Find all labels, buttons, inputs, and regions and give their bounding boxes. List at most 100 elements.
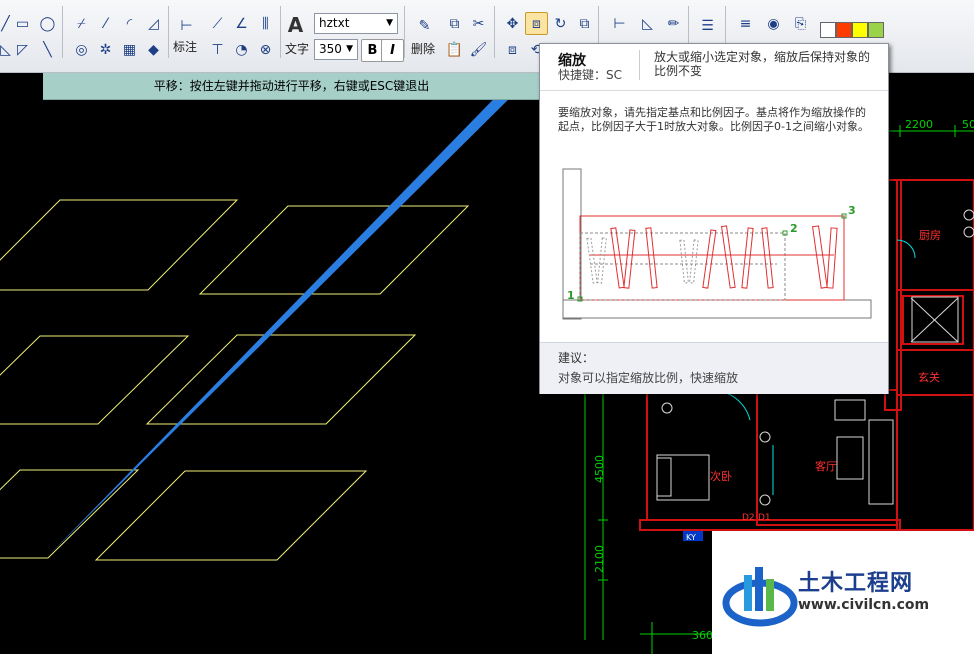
- tooltip-divider: [639, 50, 640, 80]
- eraser-icon[interactable]: ✎: [413, 14, 436, 37]
- mirror-tool-icon[interactable]: ⧈: [501, 38, 524, 61]
- font-select[interactable]: hztxt ▼: [314, 13, 398, 34]
- paste-icon[interactable]: 📋: [443, 38, 466, 61]
- dim-label-500: 500: [962, 118, 974, 131]
- dimension-label[interactable]: 标注: [173, 38, 197, 55]
- window-tag-label: KY: [686, 533, 696, 542]
- color-swatch-red[interactable]: [836, 22, 852, 38]
- baseline-dim-icon[interactable]: ⊤: [206, 38, 229, 61]
- illustration-book: [721, 225, 736, 289]
- logo-emblem-icon: [722, 567, 798, 627]
- color-swatch-yellow[interactable]: [852, 22, 868, 38]
- suggestion-title: 建议：: [558, 351, 595, 365]
- dim-label-4500: 4500: [593, 455, 606, 483]
- illustration-book: [702, 229, 717, 289]
- room-label-kitchen: 厨房: [919, 229, 941, 242]
- illustration-book: [610, 227, 625, 289]
- text-tool-icon[interactable]: A: [284, 13, 307, 36]
- circle-tool-icon[interactable]: ◎: [70, 38, 93, 61]
- angular-dim-icon[interactable]: ∠: [230, 12, 253, 35]
- radius-dim-icon[interactable]: ◔: [230, 38, 253, 61]
- illustration-book-original: [586, 237, 598, 284]
- tooltip-shortcut: 快捷键：SC: [558, 68, 622, 82]
- toolbar-separator: [62, 6, 63, 58]
- watermark-logo: 土木工程网 www.civilcn.com: [712, 531, 974, 654]
- door-label-d1: D1: [758, 513, 771, 523]
- font-select-value: hztxt: [319, 16, 350, 30]
- tooltip-footer: 建议： 对象可以指定缩放比例，快速缩放: [540, 342, 888, 394]
- fillet-tool-icon[interactable]: ◜: [118, 12, 141, 35]
- command-hint-bar: 平移：按住左键并拖动进行平移，右键或ESC键退出: [43, 73, 540, 100]
- diameter-dim-icon[interactable]: ⊗: [254, 38, 277, 61]
- diagonal-line-tool-icon[interactable]: ╲: [36, 38, 59, 61]
- illustration-book-original: [679, 239, 689, 284]
- illustration-book: [741, 227, 754, 289]
- fill-tool-icon[interactable]: ◆: [142, 38, 165, 61]
- area-tool-icon[interactable]: ◺: [636, 12, 659, 35]
- cut-icon[interactable]: ✂: [467, 12, 490, 35]
- color-wheel-icon[interactable]: ◉: [762, 12, 785, 35]
- illustration-book: [623, 229, 636, 289]
- text-label[interactable]: 文字: [285, 40, 309, 57]
- ellipse-tool-icon[interactable]: ◯: [36, 12, 59, 35]
- copy-icon[interactable]: ⧉: [443, 12, 466, 35]
- chamfer-tool-icon[interactable]: ◿: [142, 12, 165, 35]
- lineweight-icon[interactable]: ≡: [734, 12, 757, 35]
- dim-label-2200: 2200: [905, 118, 933, 131]
- illustration-floor: [562, 299, 872, 319]
- logo-url: www.civilcn.com: [798, 597, 930, 613]
- italic-button[interactable]: I: [381, 39, 404, 62]
- continue-dim-icon[interactable]: ⫼: [254, 12, 277, 35]
- color-swatch-green[interactable]: [868, 22, 884, 38]
- toolbar-separator: [494, 6, 495, 58]
- point-label-2: 2: [790, 222, 798, 235]
- illustration-book: [761, 227, 774, 289]
- door-label-d2: D2: [742, 513, 755, 523]
- move-tool-icon[interactable]: ✥: [501, 12, 524, 35]
- scale-illustration: 1 2 3: [562, 168, 872, 320]
- delete-label[interactable]: 删除: [411, 40, 435, 57]
- scale-tooltip: 缩放 快捷键：SC 放大或缩小选定对象，缩放后保持对象的比例不变 要缩放对象，请…: [539, 43, 889, 394]
- aligned-dim-icon[interactable]: ⟋: [206, 12, 229, 35]
- match-properties-icon[interactable]: 🖌: [467, 38, 490, 61]
- dimension-tool-icon[interactable]: ⊢: [175, 14, 198, 37]
- suggestion-text: 对象可以指定缩放比例，快速缩放: [558, 371, 739, 385]
- size-select-value: 350: [319, 42, 342, 56]
- extend-tool-icon[interactable]: ⌿: [70, 12, 93, 35]
- pencil-icon[interactable]: ✏: [662, 12, 685, 35]
- illustration-book: [645, 227, 658, 289]
- rotate-tool-icon[interactable]: ↻: [549, 12, 572, 35]
- tooltip-description: 要缩放对象，请先指定基点和比例因子。基点将作为缩放操作的起点，比例因子大于1时放…: [558, 106, 869, 133]
- size-select[interactable]: 350 ▼: [314, 39, 358, 60]
- room-label-bedroom: 次卧: [710, 469, 732, 483]
- toolbar-separator: [168, 6, 169, 58]
- toolbar-separator: [404, 6, 405, 58]
- scale-tool-icon[interactable]: ⧈: [525, 12, 548, 35]
- triangle-tool-icon[interactable]: ◸: [11, 38, 34, 61]
- room-label-entrance: 玄关: [918, 370, 940, 384]
- color-swatch-white[interactable]: [820, 22, 836, 38]
- dim-label-2100: 2100: [593, 545, 606, 573]
- room-label-living: 客厅: [815, 459, 837, 473]
- dim-label-360: 360: [692, 629, 713, 642]
- tooltip-divider: [540, 90, 888, 91]
- chevron-down-icon: ▼: [346, 44, 353, 54]
- illustration-book-original: [689, 239, 699, 284]
- illustration-book: [826, 227, 838, 289]
- measure-tool-icon[interactable]: ⊢: [608, 12, 631, 35]
- gear-tool-icon[interactable]: ✲: [94, 38, 117, 61]
- logo-name: 土木工程网: [798, 571, 914, 596]
- point-label-3: 3: [848, 204, 856, 217]
- array-tool-icon[interactable]: ⧉: [573, 12, 596, 35]
- illustration-book-original: [597, 237, 607, 284]
- layer-state-icon[interactable]: ⎘: [789, 12, 812, 35]
- break-tool-icon[interactable]: ⁄: [94, 12, 117, 35]
- layers-icon[interactable]: ☰: [696, 14, 719, 37]
- point-label-1: 1: [567, 289, 575, 302]
- illustration-book: [812, 225, 828, 289]
- illustration-original-box: [579, 232, 786, 301]
- rectangle-tool-icon[interactable]: ▭: [11, 12, 34, 35]
- hatch-tool-icon[interactable]: ▦: [118, 38, 141, 61]
- toolbar-separator: [280, 6, 281, 58]
- tooltip-summary: 放大或缩小选定对象，缩放后保持对象的比例不变: [654, 50, 871, 78]
